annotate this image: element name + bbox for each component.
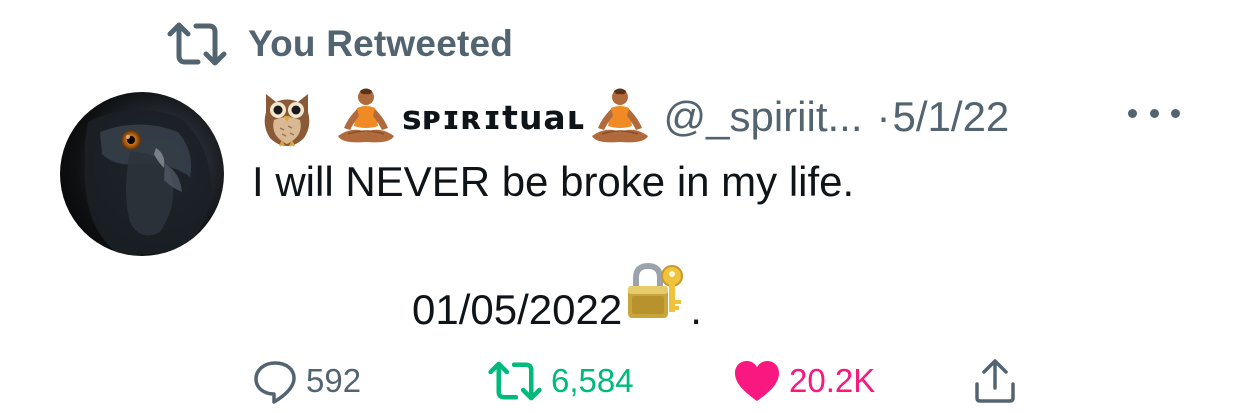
tweet-text-line2: 01/05/2022 . — [412, 262, 702, 334]
share-button[interactable] — [972, 356, 1018, 406]
retweet-icon — [487, 359, 543, 403]
like-count: 20.2K — [789, 362, 876, 399]
action-bar: 592 6,584 20.2K — [0, 356, 1241, 406]
avatar[interactable] — [60, 92, 224, 256]
share-icon — [972, 358, 1018, 404]
separator-dot: · — [876, 93, 891, 140]
tweet-header: sᴘɪʀɪtuaʟ @_spiriit... · 5/1/22 — [258, 82, 1009, 152]
more-dot — [1149, 108, 1159, 118]
more-dot — [1128, 108, 1137, 118]
reply-icon — [252, 358, 298, 404]
handle[interactable]: @_spiriit... — [664, 93, 863, 141]
tweet-text-date: 01/05/2022 — [412, 286, 623, 333]
meditating-person-icon — [588, 86, 652, 148]
retweet-icon — [166, 22, 228, 66]
retweet-button[interactable]: 6,584 — [487, 356, 634, 406]
tweet-text: I will NEVER be broke in my life. — [252, 158, 855, 205]
meditating-person-icon — [334, 86, 398, 148]
tweet-text-period: . — [690, 286, 702, 333]
like-button[interactable]: 20.2K — [733, 356, 875, 406]
owl-emoji-icon — [258, 86, 316, 148]
more-dot — [1171, 108, 1180, 118]
more-icon[interactable] — [1128, 98, 1180, 128]
display-name[interactable]: sᴘɪʀɪtuaʟ — [402, 98, 586, 137]
locked-with-key-icon — [626, 262, 686, 330]
retweet-count: 6,584 — [551, 362, 634, 399]
tweet-date[interactable]: 5/1/22 — [893, 93, 1010, 141]
reply-button[interactable]: 592 — [252, 356, 361, 406]
retweet-context-label: You Retweeted — [248, 23, 514, 64]
heart-icon — [733, 359, 781, 403]
reply-count: 592 — [306, 362, 362, 399]
retweet-context: You Retweeted — [166, 22, 513, 66]
